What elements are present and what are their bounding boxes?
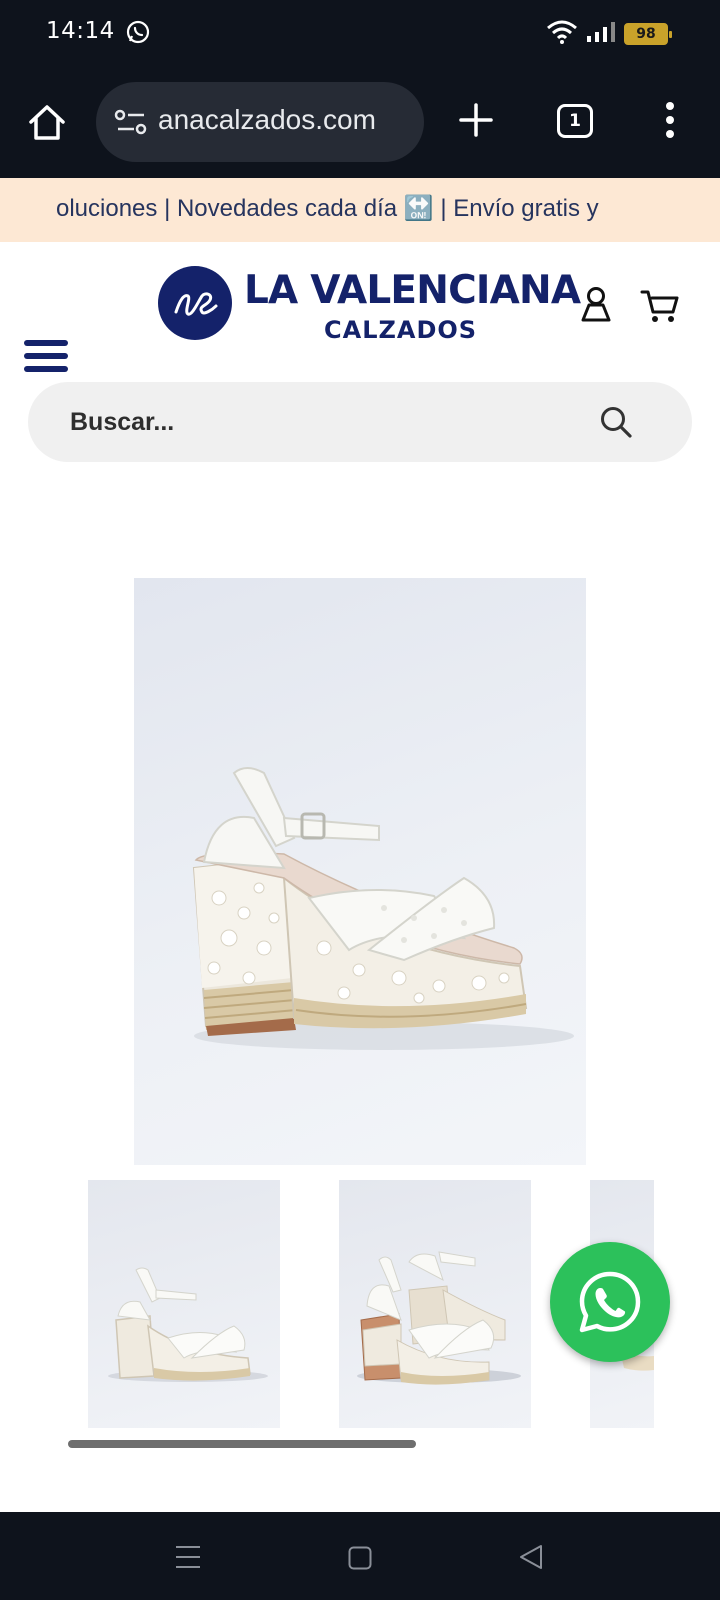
plus-icon[interactable]	[456, 100, 496, 144]
status-indicators: 98	[546, 20, 672, 48]
home-icon[interactable]	[26, 102, 68, 148]
hamburger-menu-icon[interactable]	[24, 340, 68, 379]
more-vert-icon[interactable]	[664, 100, 676, 144]
site-settings-icon[interactable]	[114, 107, 148, 141]
address-bar[interactable]: anacalzados.com	[96, 82, 424, 162]
system-nav-bar	[0, 1512, 720, 1600]
menu-icon[interactable]	[175, 1544, 201, 1574]
brand-name[interactable]: LA VALENCIANA	[244, 268, 581, 313]
user-icon[interactable]	[580, 286, 612, 326]
brand-logo[interactable]	[158, 266, 232, 340]
wifi-icon	[546, 20, 578, 48]
logo-monogram-icon	[174, 292, 218, 316]
whatsapp-notification-icon	[126, 20, 150, 48]
search-icon[interactable]	[598, 404, 634, 444]
brand-subtitle[interactable]: CALZADOS	[324, 316, 477, 344]
whatsapp-chat-button[interactable]	[550, 1242, 670, 1362]
sandal-illustration	[192, 767, 574, 1050]
sandal-thumbnail-side	[108, 1267, 268, 1382]
url-text[interactable]: anacalzados.com	[158, 104, 376, 136]
status-time: 14:14	[46, 18, 115, 44]
tab-switcher-icon[interactable]: 1	[557, 104, 593, 138]
announcement-bar: oluciones | Novedades cada día 🔛 | Envío…	[0, 178, 720, 242]
battery-icon: 98	[624, 23, 672, 45]
product-thumbnail[interactable]	[339, 1180, 531, 1428]
horizontal-scrollbar[interactable]	[68, 1440, 416, 1448]
sandal-thumbnail-pair	[357, 1251, 521, 1385]
browser-toolbar: anacalzados.com 1	[0, 70, 720, 178]
home-square-icon[interactable]	[348, 1546, 372, 1574]
announcement-text: oluciones | Novedades cada día 🔛 | Envío…	[56, 195, 599, 222]
search-input[interactable]	[70, 402, 570, 442]
search-bar[interactable]	[28, 382, 692, 462]
signal-icon	[586, 20, 616, 48]
product-thumbnail[interactable]	[88, 1180, 280, 1428]
status-bar: 14:14 98	[0, 0, 720, 70]
cart-icon[interactable]	[640, 288, 680, 328]
product-main-image[interactable]	[134, 578, 586, 1165]
whatsapp-icon	[579, 1271, 641, 1333]
back-triangle-icon[interactable]	[518, 1544, 544, 1574]
